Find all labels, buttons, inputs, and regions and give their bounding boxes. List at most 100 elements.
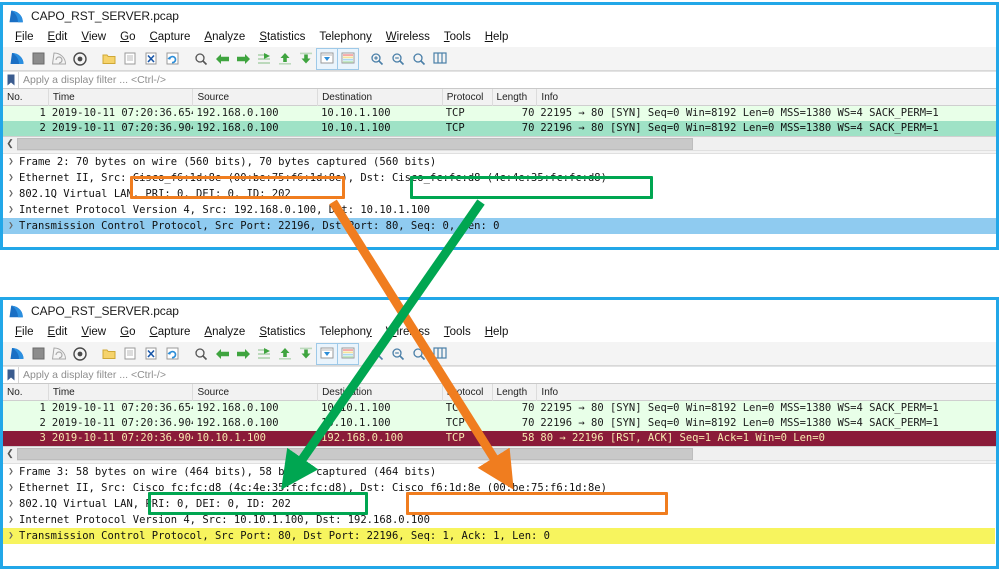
filter-bookmark-icon[interactable] [3,72,18,88]
capture-options-icon[interactable] [70,344,90,364]
go-to-first-icon[interactable] [275,344,295,364]
chevron-right-icon[interactable]: ❯ [5,499,17,509]
column-header-protocol[interactable]: Protocol [443,383,493,401]
go-to-packet-icon[interactable] [254,344,274,364]
table-row[interactable]: 1 2019-10-11 07:20:36.654507 192.168.0.1… [3,401,996,416]
chevron-right-icon[interactable]: ❯ [5,483,17,493]
capture-options-icon[interactable] [70,49,90,69]
resize-columns-icon[interactable] [430,344,450,364]
menu-capture[interactable]: Capture [142,326,197,338]
scrollbar-thumb[interactable] [17,137,693,150]
detail-row-vlan[interactable]: ❯ 802.1Q Virtual LAN, PRI: 0, DEI: 0, ID… [3,186,996,202]
menu-tools[interactable]: Tools [437,326,478,338]
resize-columns-icon[interactable] [430,49,450,69]
zoom-in-icon[interactable] [367,344,387,364]
column-header-source[interactable]: Source [193,88,319,106]
zoom-in-icon[interactable] [367,49,387,69]
menu-wireless[interactable]: Wireless [379,326,437,338]
go-to-packet-icon[interactable] [254,49,274,69]
table-row[interactable]: 3 2019-10-11 07:20:36.904997 10.10.1.100… [3,431,996,446]
chevron-right-icon[interactable]: ❯ [5,189,17,199]
chevron-right-icon[interactable]: ❯ [5,205,17,215]
menu-view[interactable]: View [74,326,113,338]
zoom-reset-icon[interactable] [409,49,429,69]
menu-tools[interactable]: Tools [437,31,478,43]
packet-list-bottom[interactable]: 1 2019-10-11 07:20:36.654507 192.168.0.1… [3,401,996,446]
zoom-out-icon[interactable] [388,344,408,364]
toolbar-bottom[interactable] [3,342,996,366]
menu-help[interactable]: Help [478,326,516,338]
menu-capture[interactable]: Capture [142,31,197,43]
save-file-icon[interactable] [120,344,140,364]
start-capture-icon[interactable] [7,344,27,364]
autoscroll-icon[interactable] [316,342,338,365]
go-to-last-icon[interactable] [296,344,316,364]
go-to-last-icon[interactable] [296,49,316,69]
toolbar-top[interactable] [3,47,996,71]
column-header-length[interactable]: Length [493,88,538,106]
colorize-icon[interactable] [337,342,359,365]
detail-row-tcp[interactable]: ❯ Transmission Control Protocol, Src Por… [3,528,995,544]
go-back-icon[interactable] [212,344,232,364]
column-header-time[interactable]: Time [49,383,194,401]
column-header-destination[interactable]: Destination [318,88,443,106]
column-header-length[interactable]: Length [493,383,538,401]
packet-list-top[interactable]: 1 2019-10-11 07:20:36.654507 192.168.0.1… [3,106,996,136]
menu-go[interactable]: Go [113,326,142,338]
menu-edit[interactable]: Edit [41,31,75,43]
go-back-icon[interactable] [212,49,232,69]
restart-capture-icon[interactable] [49,49,69,69]
close-file-icon[interactable] [141,344,161,364]
detail-row-ipv4[interactable]: ❯ Internet Protocol Version 4, Src: 10.1… [3,512,996,528]
go-forward-icon[interactable] [233,49,253,69]
filter-bookmark-icon[interactable] [3,367,18,383]
menu-statistics[interactable]: Statistics [252,326,312,338]
chevron-right-icon[interactable]: ❯ [5,173,17,183]
close-file-icon[interactable] [141,49,161,69]
go-forward-icon[interactable] [233,344,253,364]
reload-file-icon[interactable] [162,344,182,364]
menu-file[interactable]: File [8,326,41,338]
menu-statistics[interactable]: Statistics [252,31,312,43]
start-capture-icon[interactable] [7,49,27,69]
go-to-first-icon[interactable] [275,49,295,69]
chevron-right-icon[interactable]: ❯ [5,515,17,525]
menu-edit[interactable]: Edit [41,326,75,338]
open-file-icon[interactable] [99,344,119,364]
menu-file[interactable]: File [8,31,41,43]
stop-capture-icon[interactable] [28,49,48,69]
detail-row-tcp[interactable]: ❯ Transmission Control Protocol, Src Por… [3,218,996,234]
menu-telephony[interactable]: Telephony [312,326,378,338]
autoscroll-icon[interactable] [316,47,338,70]
column-header-no[interactable]: No. [3,383,49,401]
open-file-icon[interactable] [99,49,119,69]
packet-list-hscrollbar-top[interactable]: ❮ [3,136,996,151]
reload-file-icon[interactable] [162,49,182,69]
find-packet-icon[interactable] [191,49,211,69]
stop-capture-icon[interactable] [28,344,48,364]
zoom-out-icon[interactable] [388,49,408,69]
scroll-left-icon[interactable]: ❮ [3,446,17,461]
find-packet-icon[interactable] [191,344,211,364]
menu-analyze[interactable]: Analyze [197,31,252,43]
packet-detail-top[interactable]: ❯ Frame 2: 70 bytes on wire (560 bits), … [3,154,996,234]
menu-go[interactable]: Go [113,31,142,43]
column-header-time[interactable]: Time [49,88,194,106]
column-header-info[interactable]: Info [537,89,996,106]
detail-row-ipv4[interactable]: ❯ Internet Protocol Version 4, Src: 192.… [3,202,996,218]
column-header-info[interactable]: Info [537,384,996,401]
colorize-icon[interactable] [337,47,359,70]
save-file-icon[interactable] [120,49,140,69]
menu-help[interactable]: Help [478,31,516,43]
table-row[interactable]: 2 2019-10-11 07:20:36.904478 192.168.0.1… [3,416,996,431]
menu-telephony[interactable]: Telephony [312,31,378,43]
column-header-source[interactable]: Source [193,383,319,401]
display-filter-input-bottom[interactable]: Apply a display filter ... <Ctrl-/> [18,367,996,383]
packet-detail-bottom[interactable]: ❯ Frame 3: 58 bytes on wire (464 bits), … [3,464,996,544]
column-header-no[interactable]: No. [3,88,49,106]
menu-view[interactable]: View [74,31,113,43]
menu-wireless[interactable]: Wireless [379,31,437,43]
display-filter-bar-top[interactable]: Apply a display filter ... <Ctrl-/> [3,71,996,89]
chevron-right-icon[interactable]: ❯ [5,221,17,231]
chevron-right-icon[interactable]: ❯ [5,157,17,167]
